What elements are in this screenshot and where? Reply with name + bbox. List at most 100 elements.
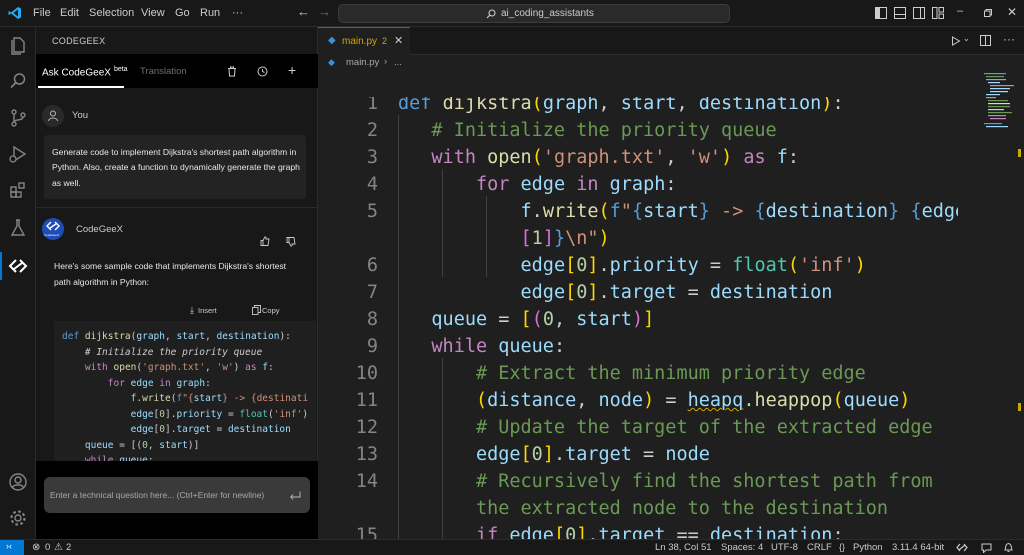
search-text: ai_coding_assistants <box>501 8 594 19</box>
line-number: 13 <box>355 444 378 465</box>
toggle-panel-icon[interactable] <box>894 7 906 19</box>
codegeex-panel: CODEGEEX Ask CodeGeeX beta Translation + … <box>36 27 318 539</box>
close-tab-icon[interactable]: ✕ <box>394 34 403 47</box>
menu-edit[interactable]: Edit <box>60 7 79 19</box>
python-interpreter[interactable]: 3.11.4 64-bit <box>892 542 944 553</box>
search-icon <box>486 9 496 19</box>
toggle-primary-sidebar-icon[interactable] <box>875 7 887 19</box>
manage-gear-icon[interactable] <box>8 508 28 528</box>
tab-ask-label: Ask CodeGeeX <box>42 67 111 79</box>
extensions-icon[interactable] <box>8 180 28 200</box>
line-number: 3 <box>366 147 378 168</box>
codegeex-status-icon[interactable] <box>956 543 968 552</box>
line-number: 4 <box>366 174 378 195</box>
command-center-search[interactable]: ai_coding_assistants <box>338 4 730 23</box>
error-icon[interactable]: ⊗ <box>32 542 40 553</box>
run-file-icon[interactable] <box>951 36 961 46</box>
code-line: # Extract the minimum priority edge <box>398 363 866 384</box>
tab-ask-codegeex[interactable]: Ask CodeGeeX beta <box>42 66 128 78</box>
menu-go[interactable]: Go <box>175 7 190 19</box>
tab-translation[interactable]: Translation <box>140 66 187 77</box>
notifications-bell-icon[interactable] <box>1003 542 1014 553</box>
warning-count: 2 <box>66 542 72 553</box>
feedback-icon[interactable] <box>981 543 992 553</box>
customize-layout-icon[interactable] <box>932 7 944 19</box>
accounts-icon[interactable] <box>8 472 28 492</box>
line-number: 10 <box>355 363 378 384</box>
code-line: queue = [(0, start)] <box>431 309 655 330</box>
chat-input[interactable]: Enter a technical question here... (Ctrl… <box>44 477 310 513</box>
toggle-secondary-sidebar-icon[interactable] <box>913 7 925 19</box>
end-of-line[interactable]: CRLF <box>807 542 832 553</box>
more-actions-icon[interactable]: ··· <box>1003 32 1015 46</box>
code-line: edge[0].target = node <box>475 444 710 465</box>
minimap[interactable] <box>980 71 1024 539</box>
encoding[interactable]: UTF-8 <box>771 542 798 553</box>
forward-arrow-icon[interactable]: → <box>318 5 331 19</box>
thumbs-up-icon[interactable] <box>260 236 270 246</box>
menu-file[interactable]: File <box>33 7 51 19</box>
insert-label: Insert <box>198 306 217 315</box>
split-editor-icon[interactable] <box>980 35 991 46</box>
line-number: 11 <box>355 390 378 411</box>
trash-icon[interactable] <box>227 66 237 77</box>
run-debug-icon[interactable] <box>8 144 28 164</box>
code-line: the extracted node to the destination <box>398 498 889 519</box>
codegeex-icon[interactable] <box>8 256 28 276</box>
back-arrow-icon[interactable]: ← <box>297 5 310 19</box>
enter-send-icon[interactable] <box>290 491 301 500</box>
copy-label: Copy <box>262 306 280 315</box>
active-tab-underline <box>38 86 124 88</box>
code-line: for edge in graph: <box>107 378 211 389</box>
menu-view[interactable]: View <box>141 7 165 19</box>
source-control-icon[interactable] <box>8 108 28 128</box>
restore-icon[interactable] <box>984 9 992 17</box>
line-number: 7 <box>366 282 378 303</box>
remote-indicator[interactable]: ›‹ <box>0 540 24 555</box>
code-line: # Update the target of the extracted edg… <box>398 417 933 438</box>
explorer-icon[interactable] <box>8 35 28 55</box>
remote-icon: ›‹ <box>6 541 12 551</box>
thumbs-down-icon[interactable] <box>286 237 296 247</box>
editor-tab-bar: ◆ main.py 2 ✕ ⌄ ··· <box>318 27 1024 55</box>
language-mode[interactable]: Python <box>853 542 883 553</box>
menu-more[interactable]: ··· <box>232 7 243 19</box>
message-divider <box>36 207 318 208</box>
new-chat-plus-icon[interactable]: + <box>288 62 296 78</box>
history-icon[interactable] <box>257 66 268 77</box>
tab-main-py[interactable]: ◆ main.py 2 ✕ <box>318 27 410 55</box>
scrollbar-warning-marker <box>1018 403 1021 411</box>
indentation[interactable]: Spaces: 4 <box>721 542 763 553</box>
testing-flask-icon[interactable] <box>8 218 28 238</box>
breadcrumb-more[interactable]: ... <box>394 57 402 68</box>
code-line: # Recursively find the shortest path fro… <box>398 471 933 492</box>
line-number: 2 <box>366 120 378 141</box>
warning-icon[interactable]: ⚠ <box>54 542 63 553</box>
code-line: with open('graph.txt', 'w') as f: <box>431 147 800 168</box>
code-line: while queue: <box>431 336 566 357</box>
close-window-icon[interactable]: ✕ <box>1007 5 1017 19</box>
line-number: 15 <box>355 525 378 539</box>
cursor-position[interactable]: Ln 38, Col 51 <box>655 542 712 553</box>
active-indicator <box>0 252 2 280</box>
run-dropdown-chevron-icon[interactable]: ⌄ <box>963 34 970 43</box>
minimize-icon[interactable]: – <box>957 4 963 18</box>
code-line: edge[0].priority = float('inf') <box>130 409 309 420</box>
user-avatar <box>42 105 64 127</box>
breadcrumb: ◆ main.py › ... <box>318 55 1024 71</box>
search-view-icon[interactable] <box>8 71 28 91</box>
breadcrumb-python-icon: ◆ <box>328 57 335 67</box>
menu-selection[interactable]: Selection <box>89 7 134 19</box>
menu-run[interactable]: Run <box>200 7 220 19</box>
breadcrumb-separator: › <box>384 56 388 67</box>
code-line: # Initialize the priority queue <box>62 347 263 358</box>
response-code-block: def dijkstra(graph, start, destination):… <box>54 321 316 461</box>
code-editor[interactable]: 1 2 3 4 5 6 7 8 9 10 11 12 13 14 15 16 d… <box>318 97 958 539</box>
codegeex-logo-text: CodeGeeX <box>44 233 59 237</box>
breadcrumb-file[interactable]: main.py <box>346 57 379 68</box>
python-file-icon: ◆ <box>328 35 336 46</box>
code-line: f.write(f"{start} -> {destinati <box>130 393 309 404</box>
code-line: f.write(f"{start} -> {destination} {edge <box>520 201 958 222</box>
bot-message-text: Here's some sample code that implements … <box>54 261 287 287</box>
code-line: edge[0].target = destination <box>130 424 291 435</box>
